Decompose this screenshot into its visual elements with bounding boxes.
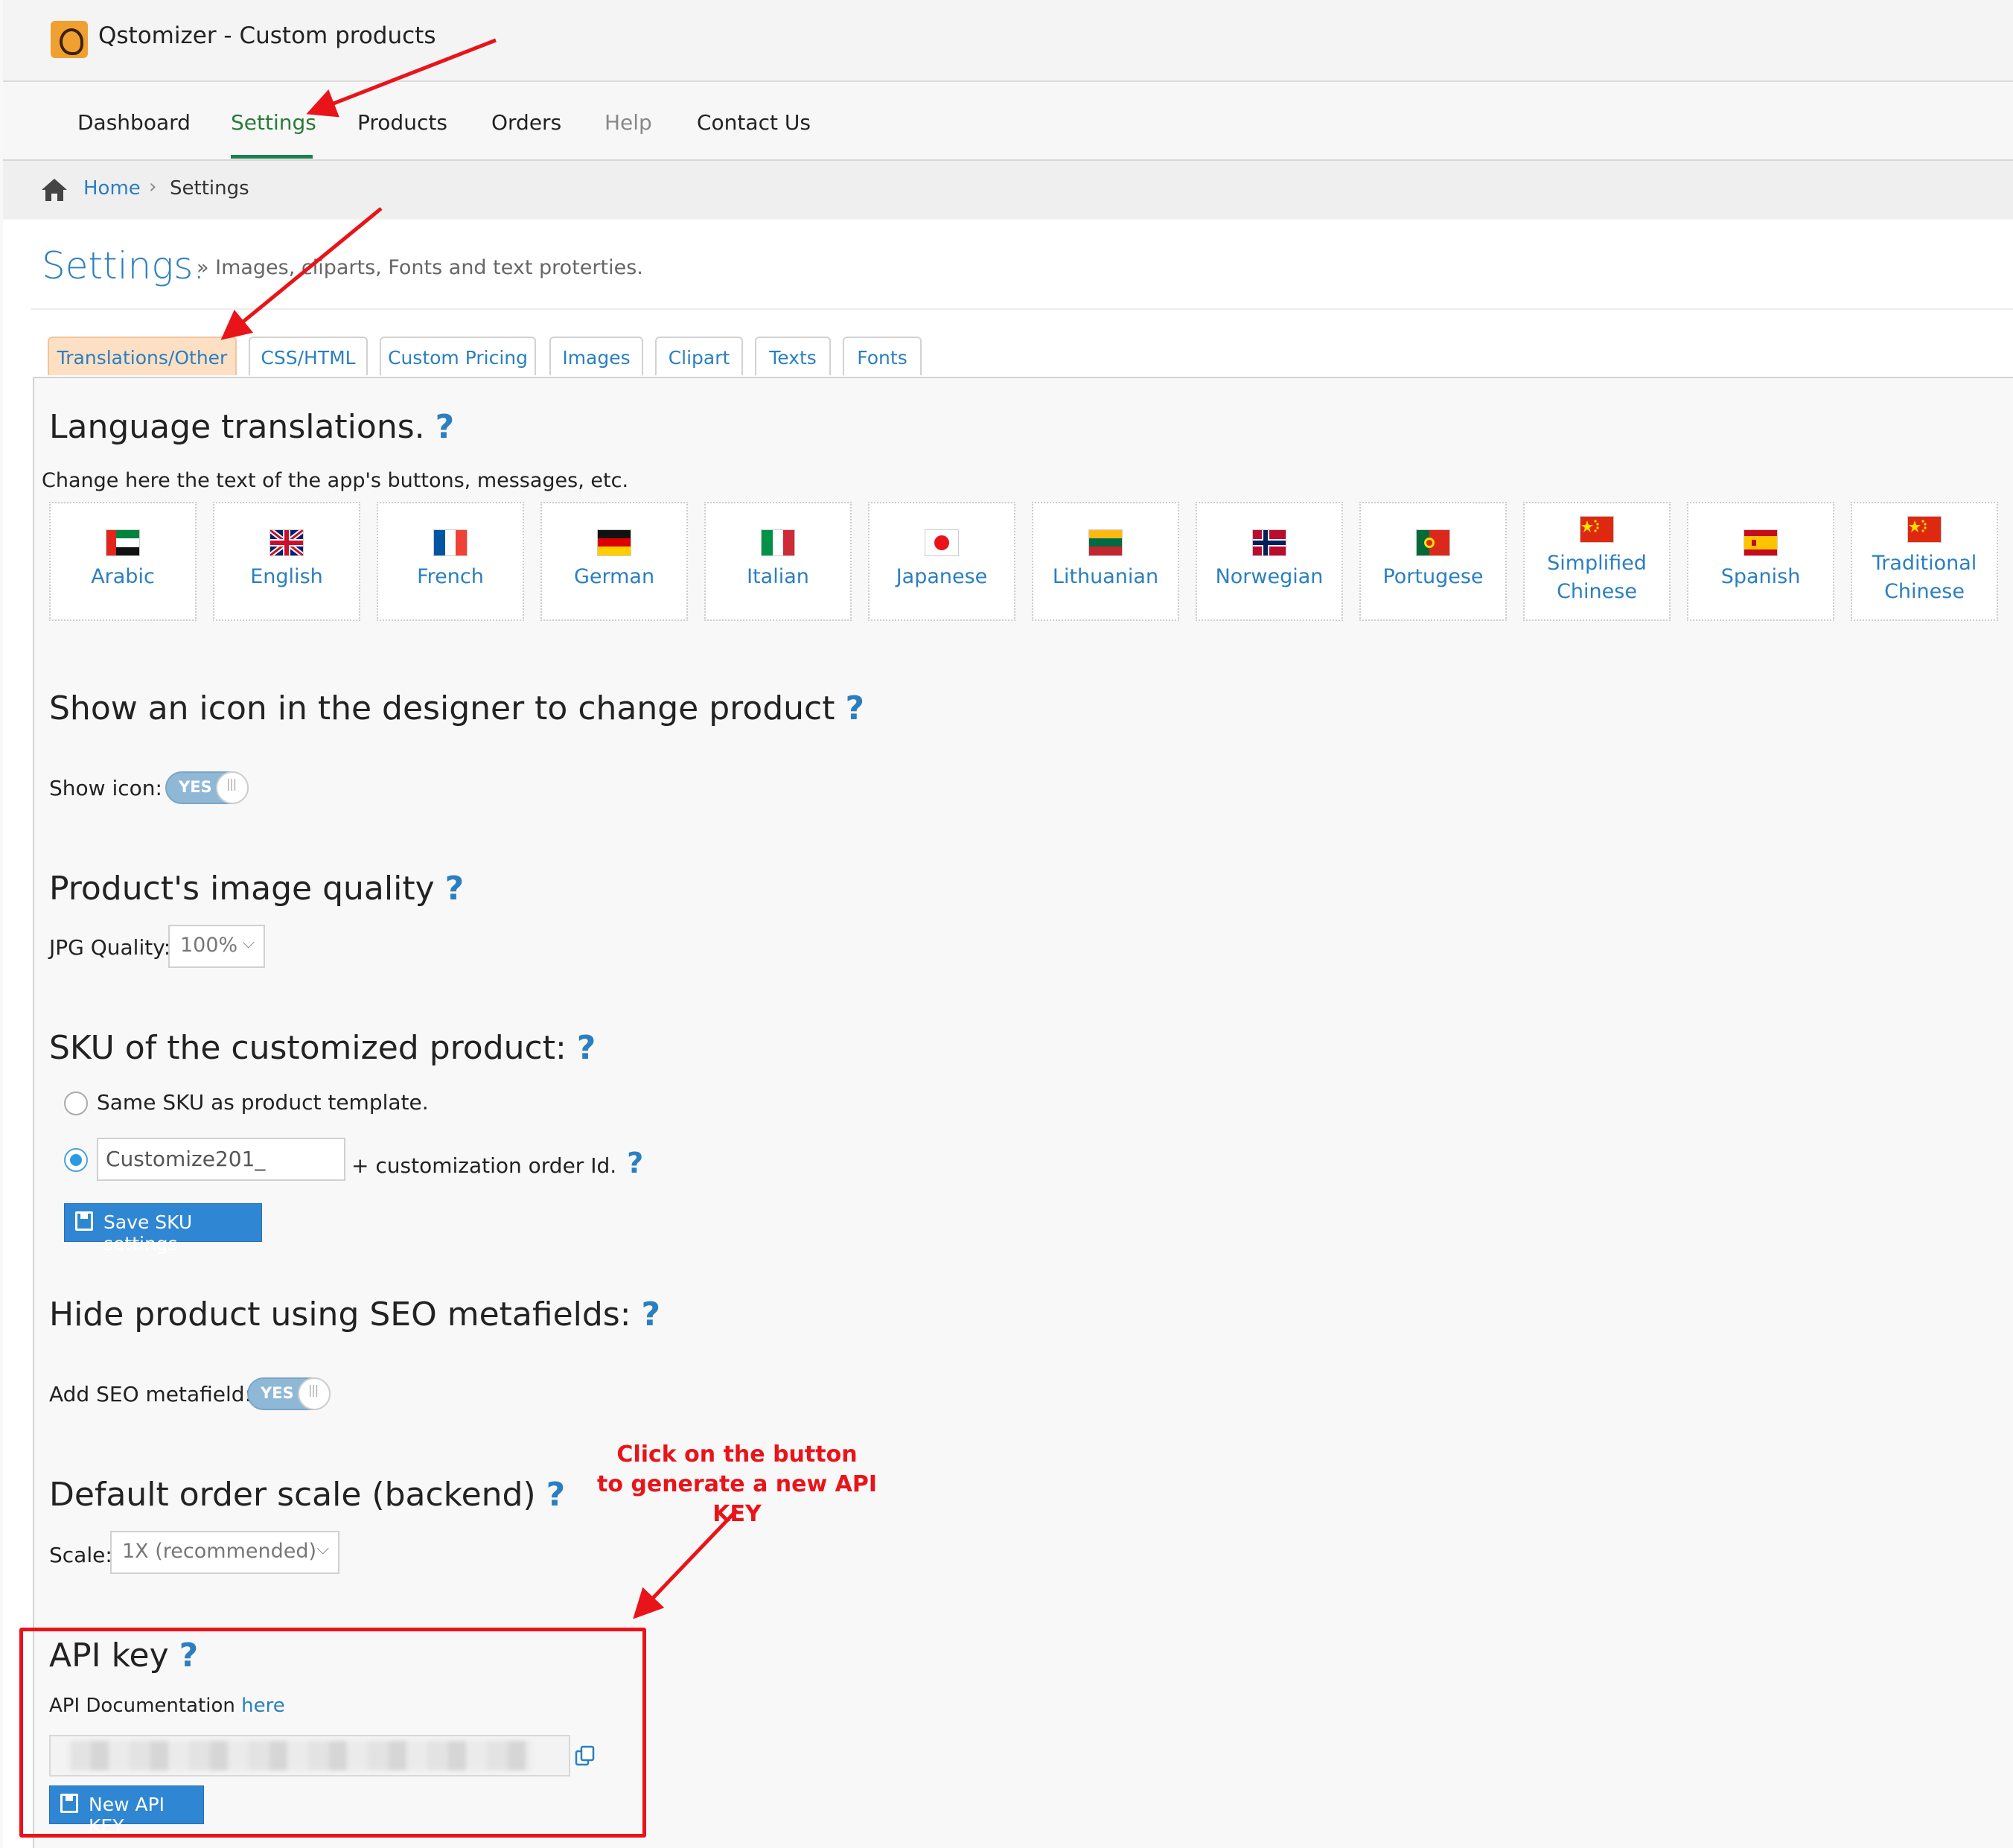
arrow-to-api-button xyxy=(633,1508,738,1619)
arrow-to-translations-tab xyxy=(220,207,383,340)
arrow-to-settings-nav xyxy=(306,38,497,118)
annotation-arrows xyxy=(220,38,738,1619)
